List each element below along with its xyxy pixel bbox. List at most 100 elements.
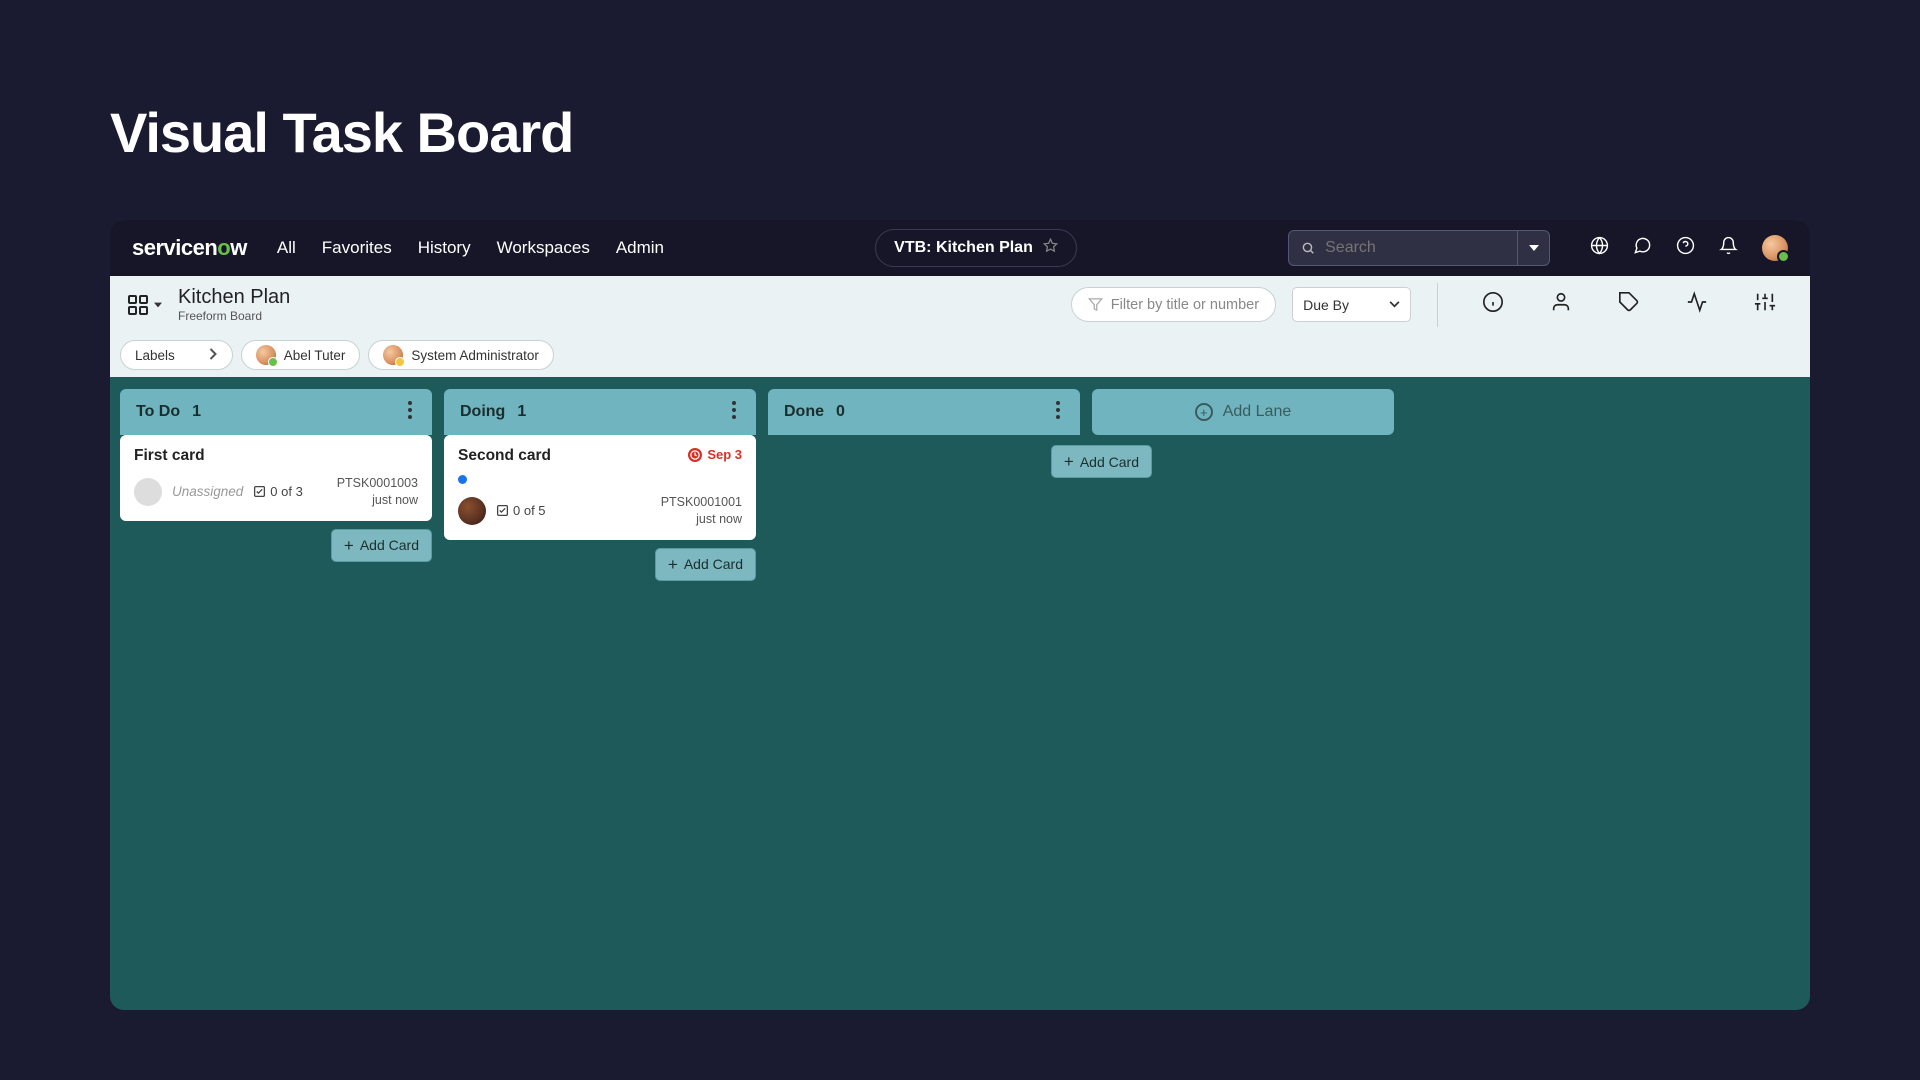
plus-icon: + <box>344 537 354 554</box>
nav-all[interactable]: All <box>277 238 296 258</box>
card[interactable]: First card Unassigned 0 of 3 PT <box>120 435 432 521</box>
card-title: Second card <box>458 447 551 465</box>
search-input[interactable] <box>1325 239 1505 257</box>
assignee-avatar[interactable] <box>458 497 486 525</box>
lane-count: 0 <box>836 403 845 421</box>
person-chip-name: System Administrator <box>411 348 539 363</box>
topbar: servicenow All Favorites History Workspa… <box>110 220 1810 276</box>
brand-logo[interactable]: servicenow <box>132 235 247 261</box>
grid-icon <box>126 293 150 317</box>
caret-down-icon <box>1529 243 1539 253</box>
lane-header[interactable]: Doing 1 <box>444 389 756 435</box>
topnav: All Favorites History Workspaces Admin <box>277 238 664 258</box>
tag-icon[interactable] <box>1618 291 1640 318</box>
star-icon[interactable] <box>1043 238 1058 258</box>
checklist-badge: 0 of 5 <box>496 503 546 518</box>
divider <box>1437 283 1438 327</box>
board-title: Kitchen Plan <box>178 286 290 309</box>
global-search[interactable] <box>1288 230 1518 266</box>
lane-menu-icon[interactable] <box>404 397 416 428</box>
add-card-label: Add Card <box>684 556 743 572</box>
caret-down-icon <box>154 302 162 308</box>
bell-icon[interactable] <box>1719 236 1738 260</box>
lane-menu-icon[interactable] <box>728 397 740 428</box>
board-header: Kitchen Plan Freeform Board Filter by ti… <box>110 276 1810 333</box>
person-icon[interactable] <box>1550 291 1572 318</box>
labels-chip-text: Labels <box>135 348 175 363</box>
card-id: PTSK0001001 <box>661 494 742 511</box>
chips-row: Labels Abel Tuter System Administrator <box>110 333 1810 377</box>
add-lane-button[interactable]: + Add Lane <box>1092 389 1394 435</box>
lane-header[interactable]: Done 0 <box>768 389 1080 435</box>
funnel-icon <box>1088 297 1103 312</box>
filter-placeholder: Filter by title or number <box>1111 297 1259 313</box>
add-card-label: Add Card <box>1080 454 1139 470</box>
search-icon <box>1301 240 1315 256</box>
avatar-icon <box>256 345 276 365</box>
card-due-badge: Sep 3 <box>688 447 742 462</box>
board-subtitle: Freeform Board <box>178 309 290 323</box>
nav-workspaces[interactable]: Workspaces <box>497 238 590 258</box>
lane-title: Doing <box>460 403 505 421</box>
nav-history[interactable]: History <box>418 238 471 258</box>
person-chip-name: Abel Tuter <box>284 348 346 363</box>
chevron-right-icon <box>209 348 218 363</box>
card-time: just now <box>337 492 418 509</box>
checklist-icon <box>253 485 266 498</box>
lane-title: Done <box>784 403 824 421</box>
add-card-label: Add Card <box>360 537 419 553</box>
card-time: just now <box>661 511 742 528</box>
checklist-icon <box>496 504 509 517</box>
board-tool-icons <box>1464 291 1794 318</box>
lane-menu-icon[interactable] <box>1052 397 1064 428</box>
brand-post: w <box>230 235 247 260</box>
assignee-avatar[interactable] <box>134 478 162 506</box>
chevron-down-icon <box>1389 301 1400 308</box>
settings-icon[interactable] <box>1754 291 1776 318</box>
board-switcher[interactable] <box>126 293 162 317</box>
lane-doing: Doing 1 Second card <box>444 389 756 581</box>
due-by-select[interactable]: Due By <box>1292 287 1411 322</box>
card-meta: PTSK0001001 just now <box>661 494 742 528</box>
card-id: PTSK0001003 <box>337 475 418 492</box>
topbar-utilities <box>1590 235 1788 261</box>
lane-header[interactable]: To Do 1 <box>120 389 432 435</box>
lane-title: To Do <box>136 403 180 421</box>
lane-todo: To Do 1 First card <box>120 389 432 562</box>
add-card-button[interactable]: + Add Card <box>1051 445 1152 478</box>
add-card-button[interactable]: + Add Card <box>331 529 432 562</box>
add-lane-label: Add Lane <box>1223 403 1292 421</box>
lane-count: 1 <box>192 403 201 421</box>
clock-icon <box>688 448 702 462</box>
globe-icon[interactable] <box>1590 236 1609 260</box>
brand-pre: servicen <box>132 235 217 260</box>
info-icon[interactable] <box>1482 291 1504 318</box>
add-card-button[interactable]: + Add Card <box>655 548 756 581</box>
card[interactable]: Second card Sep 3 <box>444 435 756 540</box>
labels-chip[interactable]: Labels <box>120 340 233 370</box>
activity-icon[interactable] <box>1686 291 1708 318</box>
label-dot <box>458 475 467 484</box>
user-avatar[interactable] <box>1762 235 1788 261</box>
chat-icon[interactable] <box>1633 236 1652 260</box>
avatar-icon <box>383 345 403 365</box>
lanes-area: To Do 1 First card <box>110 377 1810 1010</box>
due-by-label: Due By <box>1303 297 1349 313</box>
page-heading: Visual Task Board <box>110 100 1810 165</box>
brand-o: o <box>217 235 230 260</box>
plus-icon: + <box>1064 453 1074 470</box>
nav-favorites[interactable]: Favorites <box>322 238 392 258</box>
nav-admin[interactable]: Admin <box>616 238 664 258</box>
help-icon[interactable] <box>1676 236 1695 260</box>
assignee-name: Unassigned <box>172 484 243 499</box>
app-window: servicenow All Favorites History Workspa… <box>110 220 1810 1010</box>
plus-circle-icon: + <box>1195 403 1213 421</box>
person-chip-abel[interactable]: Abel Tuter <box>241 340 361 370</box>
breadcrumb-tab[interactable]: VTB: Kitchen Plan <box>875 229 1077 267</box>
checklist-badge: 0 of 3 <box>253 484 303 499</box>
plus-icon: + <box>668 556 678 573</box>
breadcrumb-label: VTB: Kitchen Plan <box>894 239 1033 257</box>
search-dropdown[interactable] <box>1518 230 1550 266</box>
filter-input[interactable]: Filter by title or number <box>1071 287 1276 322</box>
person-chip-sysadmin[interactable]: System Administrator <box>368 340 554 370</box>
